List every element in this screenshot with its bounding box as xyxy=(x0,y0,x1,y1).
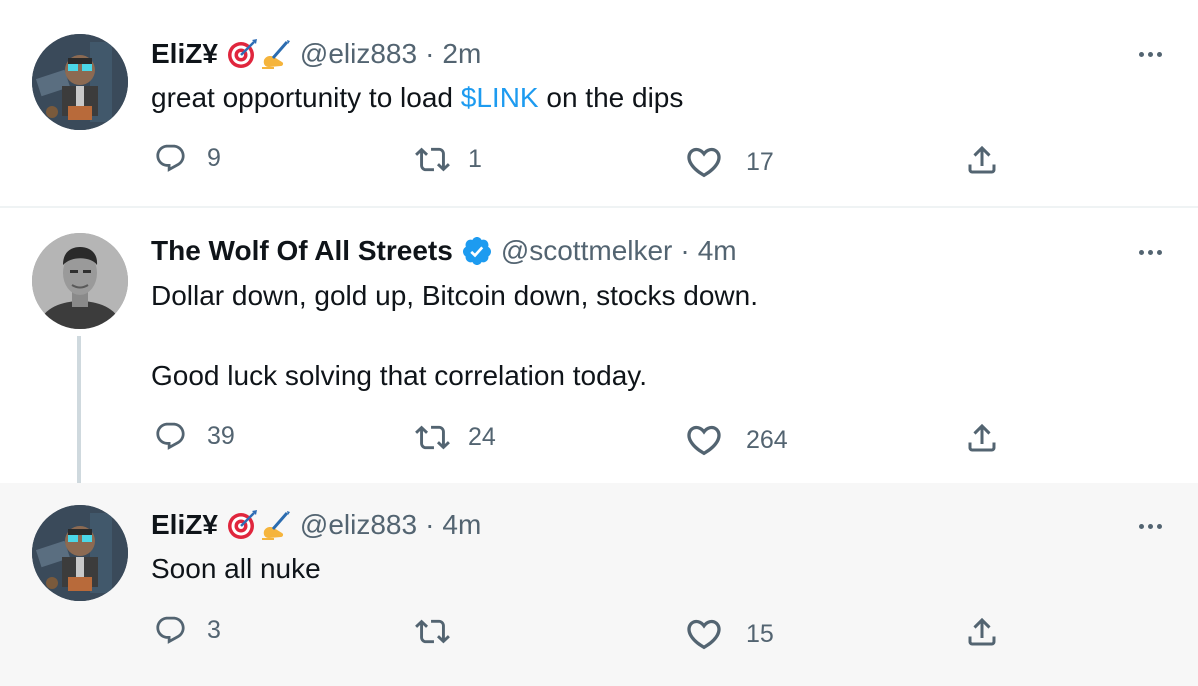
retweet-icon xyxy=(415,614,450,649)
reply-icon xyxy=(154,420,187,453)
tweet-wolf-of-all-streets[interactable]: The Wolf Of All Streets @scottmelker · 4… xyxy=(0,208,1198,483)
more-options-icon[interactable] xyxy=(1139,52,1162,57)
direct-hit-emoji-icon xyxy=(226,509,258,541)
tweet-actions: 9 1 17 xyxy=(0,142,1198,182)
like-count: 17 xyxy=(746,147,774,176)
timestamp[interactable]: 2m xyxy=(442,37,481,71)
direct-hit-emoji-icon xyxy=(226,38,258,70)
tweet-text: Soon all nuke xyxy=(151,553,321,584)
avatar[interactable] xyxy=(32,505,128,601)
tweet-text-line-1: Dollar down, gold up, Bitcoin down, stoc… xyxy=(151,280,758,311)
timestamp[interactable]: 4m xyxy=(442,508,481,542)
reply-count: 39 xyxy=(207,422,235,450)
separator-dot: · xyxy=(425,38,435,69)
cashtag-link[interactable]: $LINK xyxy=(461,82,539,113)
tweet-text-before: great opportunity to load xyxy=(151,82,461,113)
like-button[interactable]: 17 xyxy=(684,142,774,182)
more-options-icon[interactable] xyxy=(1139,524,1162,529)
verified-badge-icon xyxy=(461,235,493,267)
display-name[interactable]: EliZ¥ xyxy=(151,37,218,71)
avatar[interactable] xyxy=(32,233,128,329)
like-count: 264 xyxy=(746,425,788,454)
more-options-icon[interactable] xyxy=(1139,250,1162,255)
reply-count: 3 xyxy=(207,616,221,644)
like-count: 15 xyxy=(746,619,774,648)
retweet-button[interactable] xyxy=(415,614,468,649)
tweet-eliz-link[interactable]: EliZ¥ @eliz883 · 2m great opportunity to… xyxy=(0,0,1198,208)
retweet-button[interactable]: 24 xyxy=(415,420,496,455)
tweet-text-line-2: Good luck solving that correlation today… xyxy=(151,360,647,391)
tweet-actions: 39 24 264 xyxy=(0,420,1198,460)
reply-button[interactable]: 39 xyxy=(154,420,235,453)
tweet-header: EliZ¥ @eliz883 · 4m xyxy=(151,508,481,542)
writing-hand-emoji-icon xyxy=(260,38,292,70)
retweet-icon xyxy=(415,142,450,177)
share-icon xyxy=(964,142,1000,178)
reply-count: 9 xyxy=(207,144,221,172)
user-handle[interactable]: @eliz883 xyxy=(300,508,417,542)
display-name[interactable]: EliZ¥ xyxy=(151,508,218,542)
share-icon xyxy=(964,614,1000,650)
tweet-header: The Wolf Of All Streets @scottmelker · 4… xyxy=(151,234,737,268)
reply-icon xyxy=(154,614,187,647)
heart-icon xyxy=(684,142,724,182)
like-button[interactable]: 15 xyxy=(684,614,774,654)
share-button[interactable] xyxy=(964,614,1000,650)
retweet-count: 24 xyxy=(468,423,496,451)
timestamp[interactable]: 4m xyxy=(698,234,737,268)
tweet-actions: 3 15 xyxy=(0,614,1198,654)
separator-dot: · xyxy=(425,509,435,540)
reply-icon xyxy=(154,142,187,175)
user-handle[interactable]: @eliz883 xyxy=(300,37,417,71)
tweet-text: great opportunity to load $LINK on the d… xyxy=(151,79,683,117)
heart-icon xyxy=(684,614,724,654)
retweet-count: 1 xyxy=(468,145,482,173)
tweet-text-after: on the dips xyxy=(538,82,684,113)
like-button[interactable]: 264 xyxy=(684,420,788,460)
heart-icon xyxy=(684,420,724,460)
share-icon xyxy=(964,420,1000,456)
reply-button[interactable]: 3 xyxy=(154,614,221,647)
retweet-button[interactable]: 1 xyxy=(415,142,482,177)
share-button[interactable] xyxy=(964,142,1000,178)
reply-button[interactable]: 9 xyxy=(154,142,221,175)
tweet-header: EliZ¥ @eliz883 · 2m xyxy=(151,37,481,71)
user-handle[interactable]: @scottmelker xyxy=(501,234,673,268)
writing-hand-emoji-icon xyxy=(260,509,292,541)
separator-dot: · xyxy=(680,235,690,266)
share-button[interactable] xyxy=(964,420,1000,456)
tweet-eliz-reply[interactable]: EliZ¥ @eliz883 · 4m Soon all nuke 3 15 xyxy=(0,483,1198,686)
retweet-icon xyxy=(415,420,450,455)
tweet-text: Dollar down, gold up, Bitcoin down, stoc… xyxy=(151,277,758,395)
display-name[interactable]: The Wolf Of All Streets xyxy=(151,234,453,268)
avatar[interactable] xyxy=(32,34,128,130)
